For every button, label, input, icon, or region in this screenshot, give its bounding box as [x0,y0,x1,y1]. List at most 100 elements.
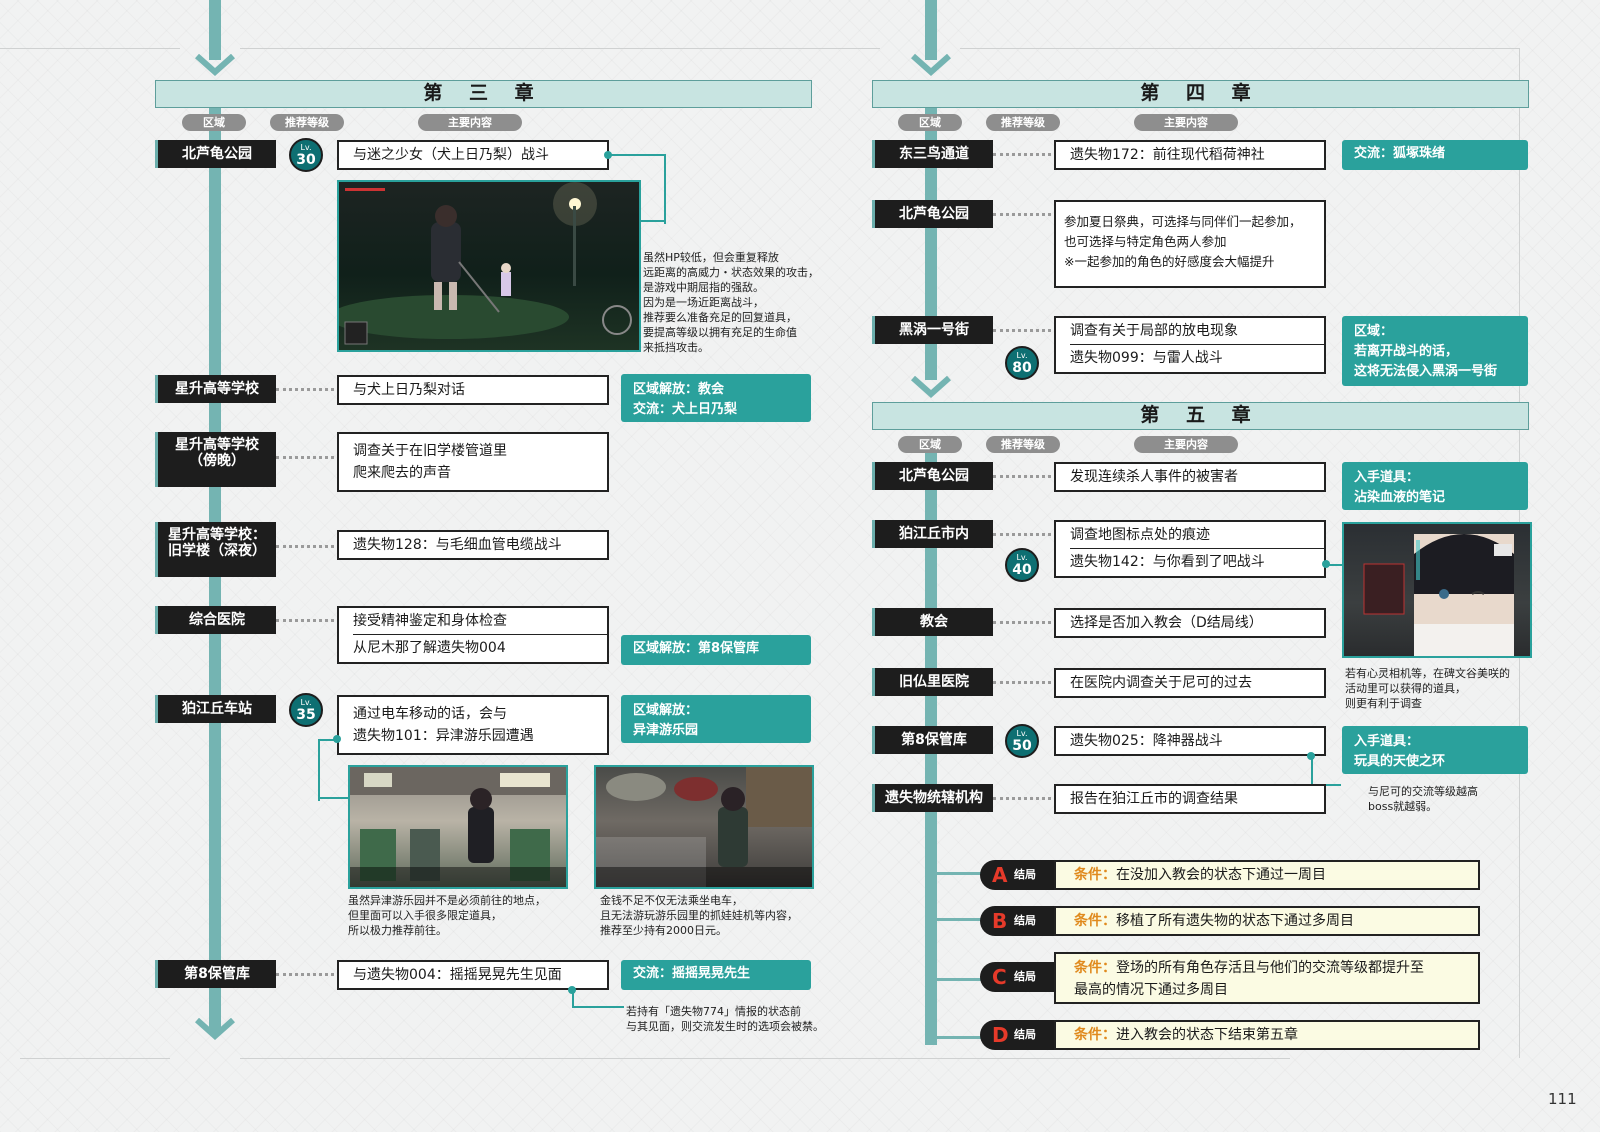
tag-line: 入手道具： [1354,734,1420,749]
content-text: 遗失物128：与毛细血管电缆战斗 [353,537,562,553]
region-label: 星升高等学校： 旧学楼（深夜） [155,522,276,577]
content-box: 与遗失物004：摇摇晃晃先生见面 [337,960,609,990]
tag-line: 异津游乐园 [633,723,699,738]
dotted-connector [276,388,334,391]
screenshot-character [1342,522,1532,658]
region-label: 星升高等学校 （傍晚） [155,432,276,487]
region-label: 北芦龟公园 [872,462,993,490]
region-label: 北芦龟公园 [155,140,276,168]
battle-note: 虽然HP较低，但会重复释放 远距离的高威力・状态效果的攻击， 是游戏中期屈指的强… [643,251,819,354]
tag-line: 玩具的天使之环 [1354,754,1446,769]
dotted-connector [993,475,1051,478]
level-value: 50 [1012,738,1032,754]
level-badge: Lv. 35 [289,693,323,727]
info-tag: 区域解放：教会 交流：犬上日乃梨 [621,374,811,422]
dotted-connector [993,153,1051,156]
content-box: 与犬上日乃梨对话 [337,375,609,405]
boss-note: 与尼可的交流等级越高 boss就越弱。 [1368,785,1478,813]
region-label: 东三鸟通道 [872,140,993,168]
region-label: 综合医院 [155,606,276,634]
ending-word: 结局 [1014,914,1036,927]
ending-word: 结局 [1014,1028,1036,1041]
content-text: 遗失物142：与你看到了吧战斗 [1070,548,1324,575]
chapter-3-title: 第 三 章 [155,80,812,108]
frame-line [960,48,1520,49]
info-tag: 区域解放： 异津游乐园 [621,695,811,743]
level-value: 80 [1012,360,1032,376]
flow-arrow-icon [911,376,951,398]
screenshot-battle [337,180,641,352]
condition-label: 条件： [1074,1027,1116,1043]
tag-line: 区域解放： [633,703,699,718]
info-tag: 入手道具： 玩具的天使之环 [1342,726,1528,774]
tag-line: 区域： [1354,324,1394,339]
ending-letter: D [992,1023,1009,1047]
tag-line: 这将无法侵入黑涡一号街 [1354,364,1498,379]
flow-arrow-icon [195,54,235,76]
dotted-connector [276,619,334,622]
content-box: 接受精神鉴定和身体检查 从尼木那了解遗失物004 [337,606,609,664]
condition-label: 条件： [1074,913,1116,929]
page-number: 111 [1548,1090,1577,1108]
content-text: 报告在狛江丘市的调查结果 [1070,791,1238,807]
content-text: 在医院内调查关于尼可的过去 [1070,675,1252,691]
condition-label: 条件： [1074,960,1116,976]
header-level: 推荐等级 [986,436,1060,453]
region-label: 星升高等学校 [155,375,276,403]
dotted-connector [993,681,1051,684]
ending-condition: 条件：移植了所有遗失物的状态下通过多周目 [1054,906,1480,936]
region-label: 狛江丘市内 [872,520,993,548]
ending-letter: A [992,863,1008,887]
content-text: 调查有关于局部的放电现象 [1070,323,1238,339]
content-box: 选择是否加入教会（D结局线） [1054,608,1326,638]
level-badge: Lv. 80 [1005,346,1039,380]
content-text: 发现连续杀人事件的被害者 [1070,469,1238,485]
screenshot-station [348,765,568,889]
content-text: 遗失物099：与雷人战斗 [1070,344,1324,371]
condition-label: 条件： [1074,867,1116,883]
tag-line: 区域解放：教会 [633,382,725,397]
ending-letter: B [992,909,1008,933]
region-label: 黑涡一号街 [872,316,993,344]
content-text: 与犬上日乃梨对话 [353,382,465,398]
level-value: 30 [296,152,316,168]
content-text: 与迷之少女（犬上日乃梨）战斗 [353,147,549,163]
ending-word: 结局 [1014,868,1036,881]
content-box: 在医院内调查关于尼可的过去 [1054,668,1326,698]
branch-line [931,918,981,923]
level-value: 35 [296,707,316,723]
region-label: 狛江丘车站 [155,695,276,723]
content-box: 调查地图标点处的痕迹 遗失物142：与你看到了吧战斗 [1054,520,1326,578]
content-box: 发现连续杀人事件的被害者 [1054,462,1326,492]
content-text: 遗失物172：前往现代稻荷神社 [1070,147,1265,163]
park-scene-image [596,767,812,887]
ending-letter: C [992,965,1007,989]
screenshot-park [594,765,814,889]
region-label: 旧仏里医院 [872,668,993,696]
ending-word: 结局 [1014,970,1036,983]
branch-line [931,1036,981,1041]
tag-line: 交流：摇摇晃晃先生 [633,966,751,981]
branch-line [931,978,981,983]
dotted-connector [993,621,1051,624]
region-label: 遗失物统辖机构 [872,784,993,812]
ending-condition: 条件：登场的所有角色存活且与他们的交流等级都提升至 最高的情况下通过多周目 [1054,952,1480,1004]
region-label: 北芦龟公园 [872,200,993,228]
level-badge: Lv. 40 [1005,548,1039,582]
frame-line [0,48,180,49]
tag-line: 交流：狐塚珠绪 [1354,146,1446,161]
content-text: 选择是否加入教会（D结局线） [1070,615,1263,631]
flow-arrow-icon [195,1018,235,1040]
header-region: 区域 [898,436,962,453]
station-note: 虽然异津游乐园并不是必须前往的地点， 但里面可以入手很多限定道具， 所以极力推荐… [348,894,546,937]
header-level: 推荐等级 [270,114,344,131]
level-value: 40 [1012,562,1032,578]
connector-line [1326,564,1342,568]
dotted-connector [993,797,1051,800]
content-box: 遗失物172：前往现代稻荷神社 [1054,140,1326,170]
ending-condition: 条件：进入教会的状态下结束第五章 [1054,1020,1480,1050]
header-content: 主要内容 [418,114,522,131]
info-tag: 交流：摇摇晃晃先生 [621,960,811,990]
battle-scene-image [339,182,632,345]
level-badge: Lv. 50 [1005,724,1039,758]
